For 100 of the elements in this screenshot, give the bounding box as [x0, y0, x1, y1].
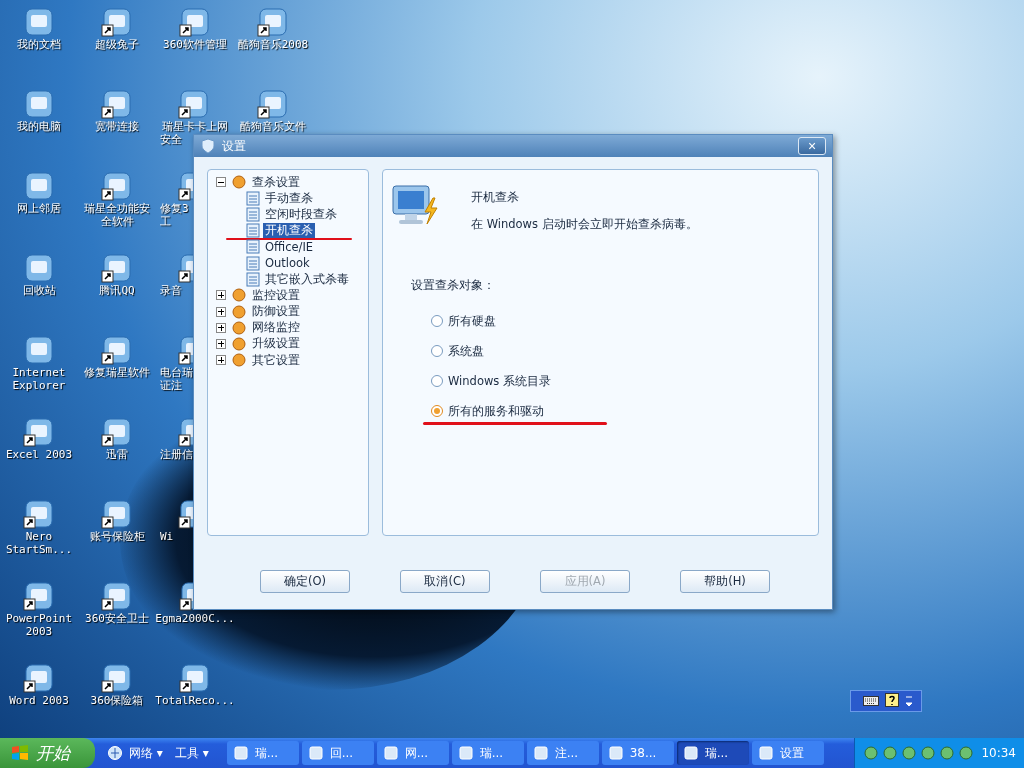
app-icon[interactable] [23, 416, 55, 448]
icon-label: Nero [25, 530, 53, 543]
icon-label: 瑞星全功能安 [84, 202, 150, 215]
section-title: 开机查杀 [471, 190, 520, 205]
app-icon[interactable] [257, 88, 289, 120]
app-icon[interactable] [179, 6, 211, 38]
dialog-button[interactable]: 确定(O) [260, 570, 350, 593]
app-icon [232, 745, 249, 761]
tree-item[interactable]: 空闲时段查杀 [263, 206, 339, 222]
icon-label: 全软件 [100, 215, 134, 228]
app-icon[interactable] [23, 498, 55, 530]
expand-icon[interactable] [216, 338, 226, 349]
tree-item[interactable]: Outlook [263, 256, 312, 271]
tree-item[interactable]: 查杀设置 [250, 174, 302, 190]
close-button[interactable]: × [798, 137, 826, 155]
app-icon[interactable] [257, 6, 289, 38]
icon-label: Egma2000C... [155, 612, 235, 625]
app-icon[interactable] [23, 6, 55, 38]
icon-label: 2003 [25, 625, 53, 638]
option-label[interactable]: 系统盘 [448, 343, 484, 359]
help-icon[interactable] [885, 693, 899, 709]
app-icon[interactable] [23, 170, 55, 202]
app-icon[interactable] [101, 416, 133, 448]
dialog-button[interactable]: 帮助(H) [680, 570, 770, 593]
app-icon[interactable] [179, 662, 211, 694]
page-icon [246, 190, 260, 206]
icon-label: 修复3 [159, 202, 189, 215]
app-icon[interactable] [101, 170, 133, 202]
taskbar-button[interactable]: 瑞... [451, 741, 524, 765]
icon-label: 瑞星卡卡上网 [162, 120, 228, 133]
tree-item[interactable]: 网络监控 [250, 320, 302, 336]
tree-item[interactable]: 手动查杀 [263, 190, 315, 206]
tree-item[interactable]: 监控设置 [250, 287, 302, 303]
option-label[interactable]: 所有的服务和驱动 [448, 403, 544, 419]
icon-label: 360保险箱 [90, 694, 144, 707]
page-icon [246, 255, 260, 271]
app-icon [457, 745, 474, 761]
tree-item[interactable]: Office/IE [263, 239, 316, 254]
option-label[interactable]: 所有硬盘 [448, 313, 496, 329]
icon-label: 工 [159, 215, 171, 228]
radio-button[interactable] [431, 315, 443, 327]
tree-item[interactable]: 其它设置 [250, 352, 302, 368]
icon-label: 电台瑞 [159, 366, 193, 379]
globe-icon[interactable] [107, 745, 123, 761]
option-label[interactable]: Windows 系统目录 [448, 373, 551, 389]
taskbar-button[interactable]: 瑞... [226, 741, 299, 765]
app-icon[interactable] [23, 580, 55, 612]
collapse-icon[interactable] [216, 177, 226, 188]
app-icon[interactable] [101, 334, 133, 366]
keyboard-icon[interactable] [863, 695, 879, 707]
icon-label: 回收站 [22, 284, 56, 297]
app-icon[interactable] [101, 6, 133, 38]
app-icon[interactable] [23, 662, 55, 694]
shield-icon [200, 138, 216, 154]
radio-button[interactable] [431, 405, 443, 417]
dialog-button[interactable]: 取消(C) [400, 570, 490, 593]
app-icon[interactable] [101, 88, 133, 120]
windows-logo-icon [10, 744, 30, 762]
app-icon[interactable] [178, 88, 210, 120]
app-icon[interactable] [23, 334, 55, 366]
tree-item[interactable]: 开机查杀 [263, 223, 315, 239]
expand-icon[interactable] [216, 322, 226, 333]
app-icon[interactable] [23, 252, 55, 284]
app-icon[interactable] [23, 88, 55, 120]
expand-icon[interactable] [216, 355, 226, 366]
icon-label: Word 2003 [9, 694, 69, 707]
page-icon [246, 271, 260, 287]
options-arrow-icon[interactable] [905, 694, 913, 708]
toolbar-menu[interactable]: 工具 ▾ [168, 744, 215, 762]
icon-label: Explorer [12, 379, 66, 392]
icon-label: 修复瑞星软件 [84, 366, 150, 379]
app-icon [532, 745, 549, 761]
taskbar-button[interactable]: 设置 [751, 741, 824, 765]
icon-label: 酷狗音乐2008 [237, 38, 309, 51]
taskbar-button[interactable]: 回... [301, 741, 374, 765]
taskbar-button[interactable]: 注... [526, 741, 599, 765]
icon-label: 证注 [159, 379, 182, 392]
toolbar-menu[interactable]: 网络 ▾ [123, 744, 169, 762]
icon-label: 安全 [159, 133, 182, 146]
app-icon[interactable] [101, 580, 133, 612]
expand-icon[interactable] [216, 306, 226, 317]
expand-icon[interactable] [216, 290, 226, 301]
app-icon[interactable] [101, 662, 133, 694]
app-icon [382, 745, 399, 761]
taskbar-button[interactable]: 网... [376, 741, 449, 765]
clock: 10:34 [981, 746, 1016, 760]
radio-button[interactable] [431, 375, 443, 387]
radio-button[interactable] [431, 345, 443, 357]
icon-label: PowerPoint [5, 612, 73, 625]
taskbar-button[interactable]: 38... [601, 741, 674, 765]
icon-label: 账号保险柜 [89, 530, 145, 543]
icon-label: TotalReco... [155, 694, 235, 707]
taskbar-button[interactable]: 瑞... [676, 741, 749, 765]
icon-label: Excel 2003 [5, 448, 73, 461]
tree-item[interactable]: 防御设置 [250, 304, 302, 320]
app-icon[interactable] [101, 252, 133, 284]
tree-item[interactable]: 其它嵌入式杀毒 [263, 271, 351, 287]
icon-label: 我的文档 [17, 38, 61, 51]
tree-item[interactable]: 升级设置 [250, 336, 302, 352]
app-icon[interactable] [101, 498, 133, 530]
